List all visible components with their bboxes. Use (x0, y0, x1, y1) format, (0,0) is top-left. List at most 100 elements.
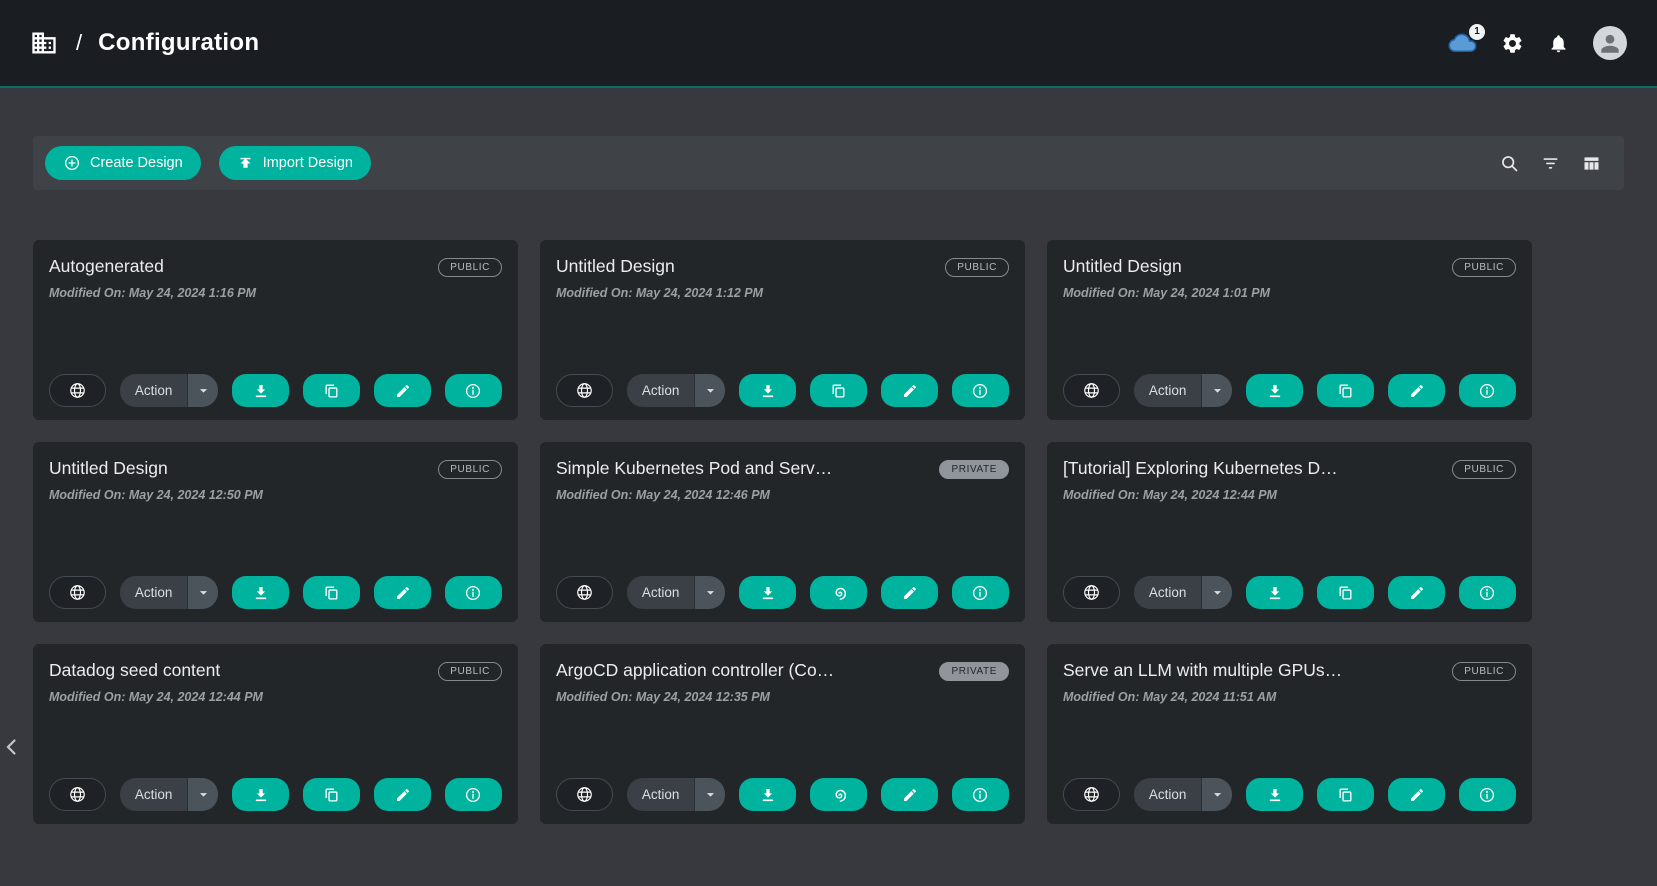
filter-button[interactable] (1540, 153, 1561, 174)
edit-button[interactable] (1388, 778, 1445, 811)
download-button[interactable] (739, 374, 796, 407)
settings-button[interactable] (1501, 32, 1524, 55)
info-button[interactable] (1459, 778, 1516, 811)
provider-cloud-button[interactable]: 1 (1446, 28, 1477, 59)
download-button[interactable] (739, 778, 796, 811)
visibility-globe-button[interactable] (49, 374, 106, 407)
edit-button[interactable] (881, 576, 938, 609)
clone-button[interactable] (1317, 374, 1374, 407)
action-button[interactable]: Action (120, 374, 188, 407)
design-card[interactable]: Autogenerated PUBLIC Modified On: May 24… (33, 240, 518, 420)
page-title: Configuration (98, 29, 259, 57)
download-button[interactable] (1246, 374, 1303, 407)
clone-button[interactable] (1317, 576, 1374, 609)
modified-date: Modified On: May 24, 2024 11:51 AM (1063, 690, 1516, 704)
design-card[interactable]: ArgoCD application controller (Co… PRIVA… (540, 644, 1025, 824)
action-button[interactable]: Action (627, 374, 695, 407)
action-dropdown-button[interactable] (187, 778, 218, 811)
search-button[interactable] (1499, 153, 1520, 174)
avatar[interactable] (1593, 26, 1627, 60)
app-header: / Configuration 1 (0, 0, 1657, 88)
design-card[interactable]: Serve an LLM with multiple GPUs… PUBLIC … (1047, 644, 1532, 824)
edit-button[interactable] (1388, 576, 1445, 609)
design-title: [Tutorial] Exploring Kubernetes D… (1063, 458, 1338, 479)
action-dropdown-button[interactable] (187, 576, 218, 609)
clone-button[interactable] (303, 374, 360, 407)
visibility-globe-button[interactable] (556, 374, 613, 407)
action-split-button: Action (1134, 576, 1233, 609)
clone-button[interactable] (810, 374, 867, 407)
visibility-globe-button[interactable] (1063, 778, 1120, 811)
notifications-button[interactable] (1548, 33, 1569, 54)
action-button[interactable]: Action (120, 576, 188, 609)
chevron-down-icon (702, 786, 719, 803)
info-button[interactable] (445, 576, 502, 609)
edit-button[interactable] (881, 374, 938, 407)
action-dropdown-button[interactable] (694, 778, 725, 811)
visibility-globe-button[interactable] (49, 576, 106, 609)
visibility-badge: PUBLIC (438, 258, 502, 277)
clone-button[interactable] (1317, 778, 1374, 811)
edit-button[interactable] (374, 374, 431, 407)
sidebar-collapse-button[interactable] (0, 735, 24, 759)
visibility-badge: PUBLIC (438, 662, 502, 681)
design-card[interactable]: Untitled Design PUBLIC Modified On: May … (540, 240, 1025, 420)
card-actions: Action (556, 778, 1009, 811)
organization-building-icon[interactable] (30, 29, 58, 57)
visibility-badge: PUBLIC (1452, 662, 1516, 681)
visibility-globe-button[interactable] (49, 778, 106, 811)
download-icon (759, 786, 777, 804)
action-dropdown-button[interactable] (187, 374, 218, 407)
action-dropdown-button[interactable] (1201, 576, 1232, 609)
edit-button[interactable] (374, 778, 431, 811)
design-card[interactable]: Untitled Design PUBLIC Modified On: May … (1047, 240, 1532, 420)
visibility-globe-button[interactable] (1063, 374, 1120, 407)
table-view-button[interactable] (1581, 153, 1602, 174)
download-button[interactable] (1246, 576, 1303, 609)
download-button[interactable] (1246, 778, 1303, 811)
action-dropdown-button[interactable] (1201, 778, 1232, 811)
info-button[interactable] (952, 576, 1009, 609)
download-button[interactable] (232, 778, 289, 811)
card-actions: Action (556, 374, 1009, 407)
download-icon (1266, 584, 1284, 602)
design-card[interactable]: Datadog seed content PUBLIC Modified On:… (33, 644, 518, 824)
download-button[interactable] (232, 374, 289, 407)
clone-button[interactable] (303, 576, 360, 609)
action-split-button: Action (1134, 778, 1233, 811)
info-button[interactable] (445, 374, 502, 407)
visibility-globe-button[interactable] (1063, 576, 1120, 609)
action-dropdown-button[interactable] (694, 374, 725, 407)
clone-button[interactable] (303, 778, 360, 811)
visibility-globe-button[interactable] (556, 778, 613, 811)
download-button[interactable] (739, 576, 796, 609)
action-button[interactable]: Action (120, 778, 188, 811)
info-button[interactable] (445, 778, 502, 811)
action-button[interactable]: Action (627, 576, 695, 609)
action-button[interactable]: Action (1134, 576, 1202, 609)
visibility-globe-button[interactable] (556, 576, 613, 609)
info-button[interactable] (952, 778, 1009, 811)
info-button[interactable] (1459, 576, 1516, 609)
edit-button[interactable] (1388, 374, 1445, 407)
design-card[interactable]: [Tutorial] Exploring Kubernetes D… PUBLI… (1047, 442, 1532, 622)
create-design-button[interactable]: Create Design (45, 146, 201, 180)
action-button[interactable]: Action (1134, 374, 1202, 407)
action-dropdown-button[interactable] (694, 576, 725, 609)
action-button[interactable]: Action (1134, 778, 1202, 811)
card-actions: Action (49, 576, 502, 609)
person-icon (1597, 30, 1623, 56)
download-button[interactable] (232, 576, 289, 609)
edit-button[interactable] (374, 576, 431, 609)
design-card[interactable]: Simple Kubernetes Pod and Serv… PRIVATE … (540, 442, 1025, 622)
clone-button[interactable] (810, 576, 867, 609)
clone-button[interactable] (810, 778, 867, 811)
action-dropdown-button[interactable] (1201, 374, 1232, 407)
info-button[interactable] (1459, 374, 1516, 407)
card-header: Untitled Design PUBLIC (1063, 256, 1516, 277)
info-button[interactable] (952, 374, 1009, 407)
design-card[interactable]: Untitled Design PUBLIC Modified On: May … (33, 442, 518, 622)
import-design-button[interactable]: Import Design (219, 146, 371, 180)
action-button[interactable]: Action (627, 778, 695, 811)
edit-button[interactable] (881, 778, 938, 811)
